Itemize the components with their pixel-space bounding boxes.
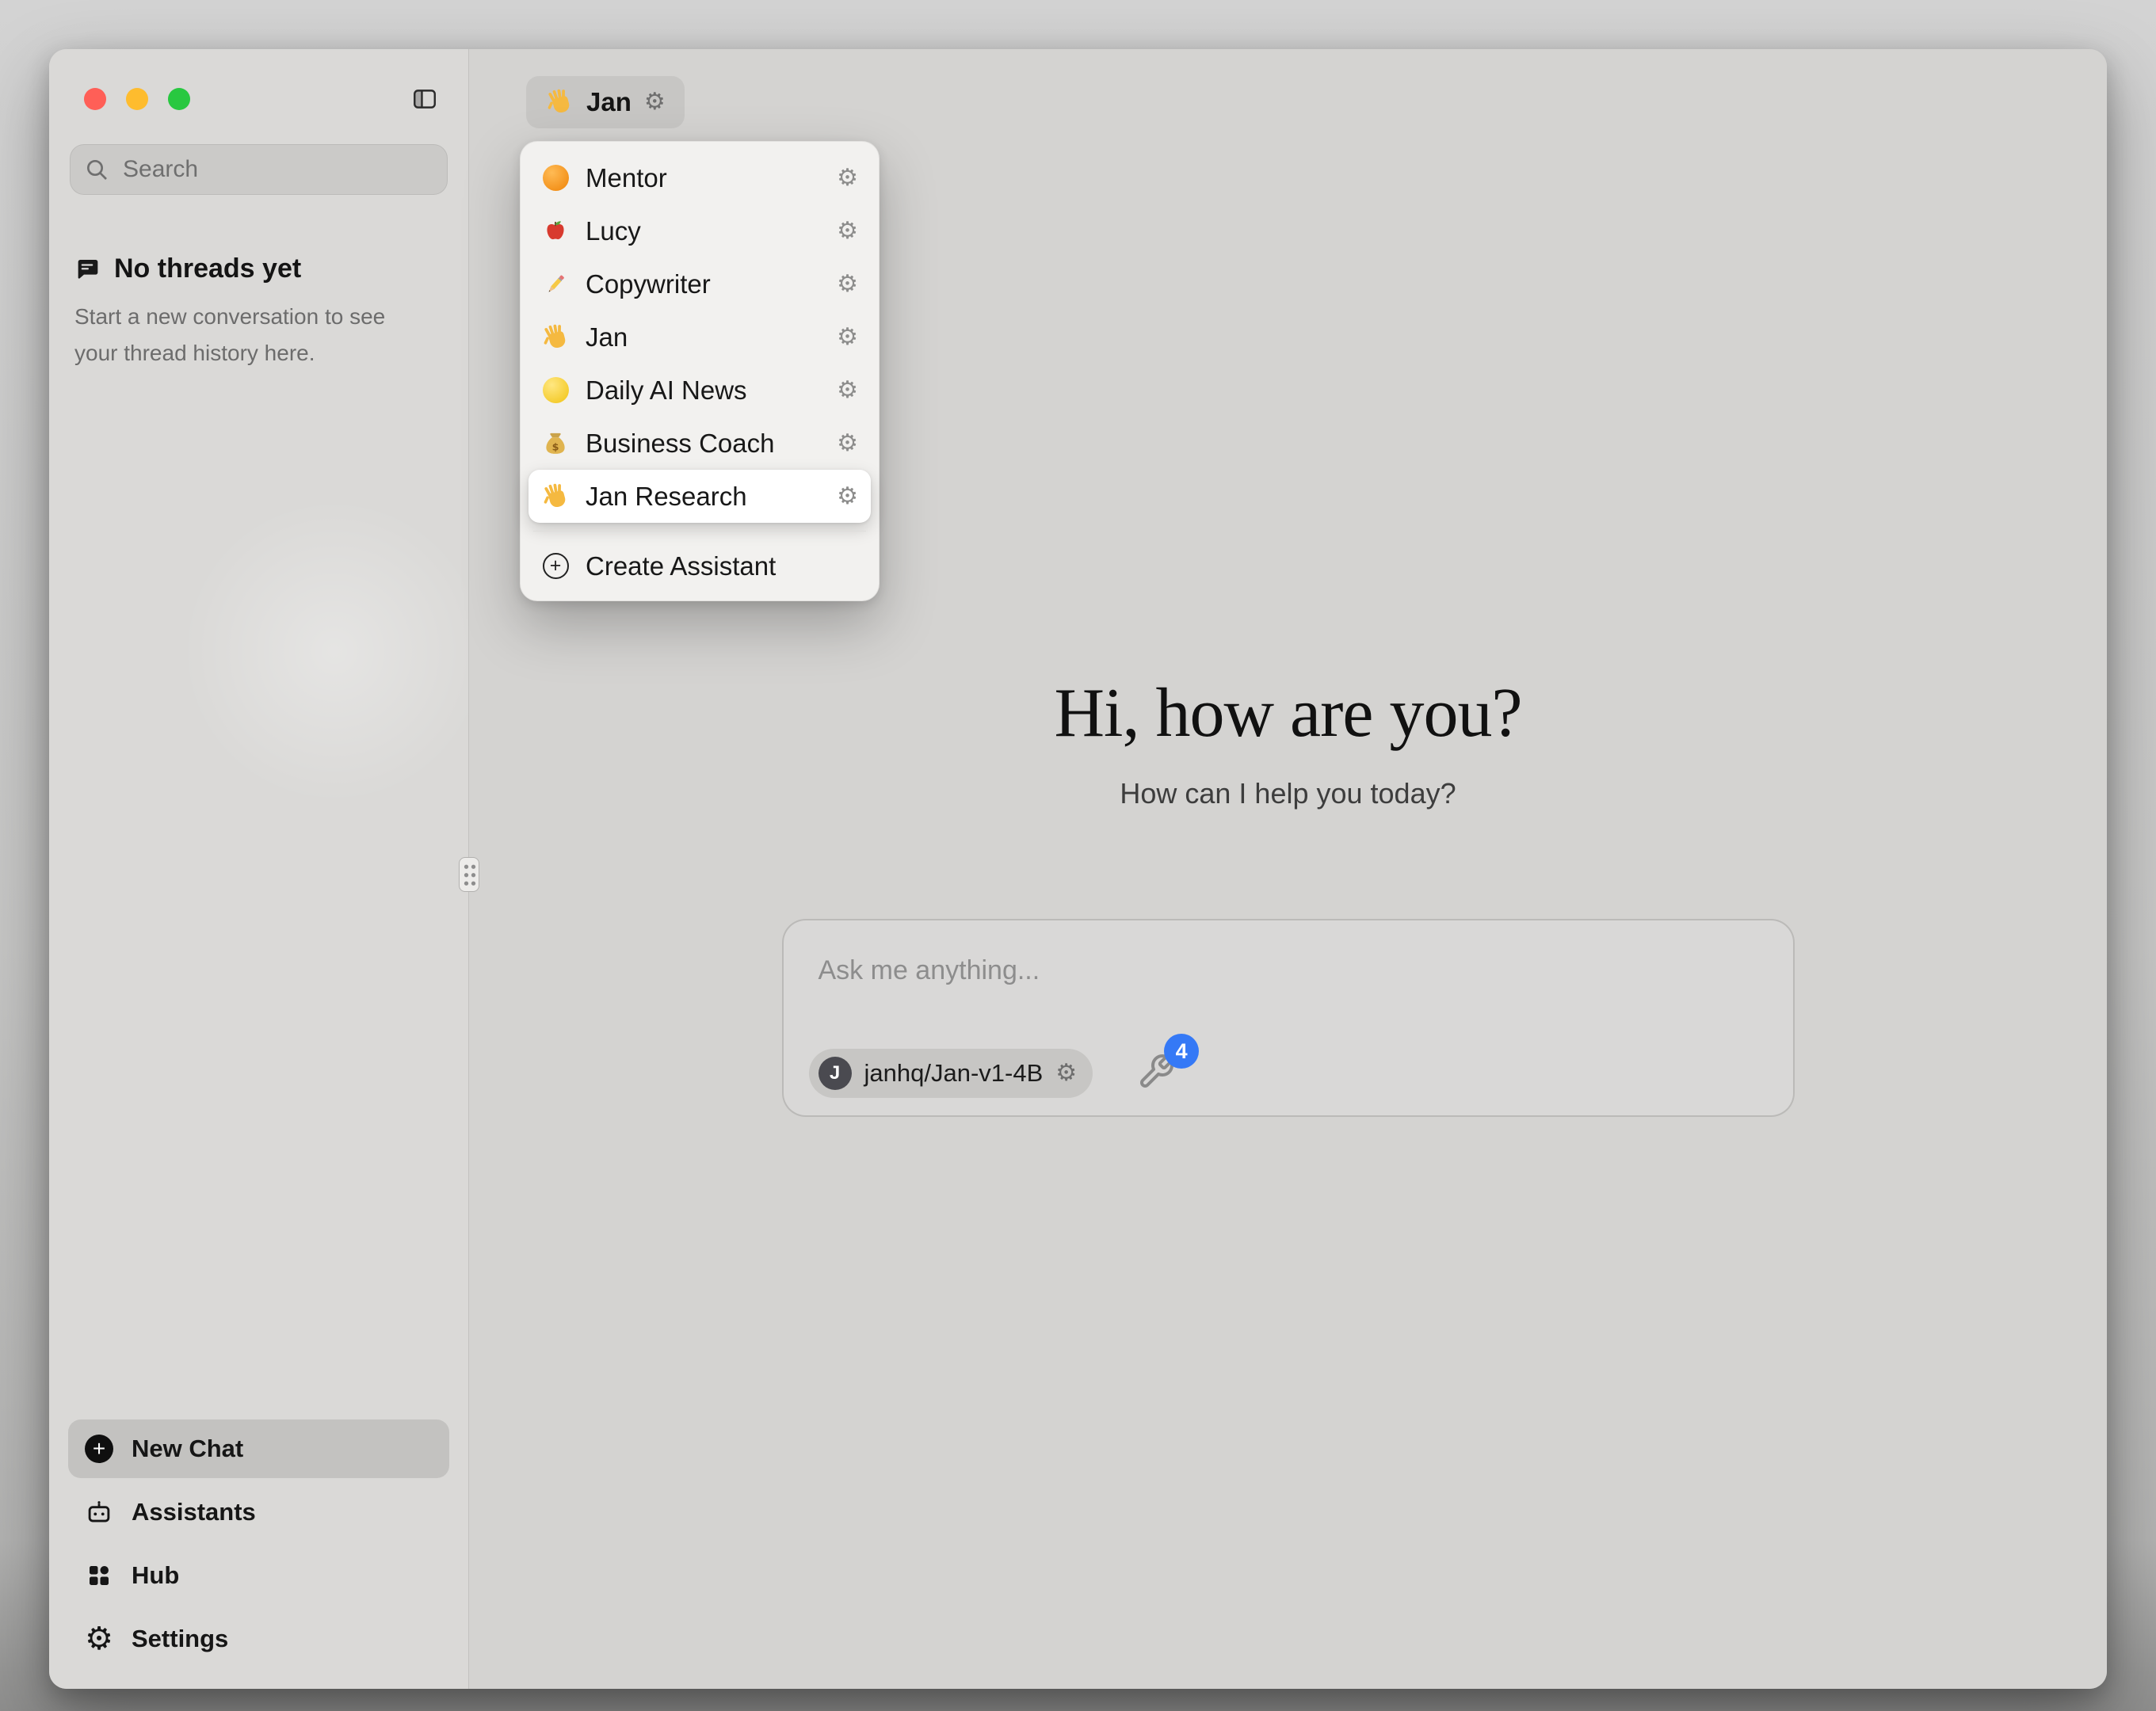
create-assistant-label: Create Assistant: [586, 551, 858, 581]
empty-state-description: Start a new conversation to see your thr…: [74, 299, 423, 372]
model-selector-button[interactable]: J janhq/Jan-v1-4B ⚙: [809, 1049, 1093, 1098]
threads-empty-state: No threads yet Start a new conversation …: [49, 253, 468, 372]
chat-bubble-icon: [74, 257, 100, 282]
greeting: Hi, how are you? How can I help you toda…: [469, 673, 2107, 810]
greeting-subtitle: How can I help you today?: [469, 777, 2107, 810]
search-field: [70, 144, 448, 195]
model-settings-gear-icon[interactable]: ⚙: [1055, 1061, 1077, 1085]
menu-item-label: Mentor: [586, 163, 821, 193]
gear-icon[interactable]: ⚙: [837, 166, 858, 190]
desktop-background: No threads yet Start a new conversation …: [0, 0, 2156, 1711]
assistant-menu-item-business-coach[interactable]: $ Business Coach ⚙: [529, 417, 871, 470]
menu-item-label: Jan: [586, 322, 821, 352]
gear-icon[interactable]: ⚙: [837, 326, 858, 349]
composer: J janhq/Jan-v1-4B ⚙ 4: [782, 919, 1795, 1117]
assistant-menu-item-mentor[interactable]: Mentor ⚙: [529, 151, 871, 204]
zoom-window-button[interactable]: [168, 88, 190, 110]
search-input[interactable]: [70, 144, 448, 195]
menu-divider: [533, 531, 866, 532]
orange-circle-icon: [541, 164, 570, 192]
model-name: janhq/Jan-v1-4B: [864, 1059, 1044, 1088]
sidebar-nav: + New Chat Assistants: [68, 1419, 449, 1668]
empty-state-title: No threads yet: [114, 253, 301, 284]
assistant-menu: Mentor ⚙ Lucy ⚙: [520, 141, 880, 601]
composer-toolbar: J janhq/Jan-v1-4B ⚙ 4: [809, 1049, 1179, 1098]
current-assistant-name: Jan: [586, 87, 632, 117]
menu-item-label: Business Coach: [586, 429, 821, 459]
settings-gear-icon: ⚙: [84, 1624, 114, 1654]
menu-item-label: Lucy: [586, 216, 821, 246]
tools-button[interactable]: 4: [1137, 1053, 1178, 1094]
wave-hand-icon: [541, 482, 570, 511]
wave-hand-icon: [541, 323, 570, 352]
yellow-circle-icon: [541, 376, 570, 405]
assistant-menu-item-jan-research[interactable]: Jan Research ⚙: [529, 470, 871, 523]
money-bag-icon: $: [541, 429, 570, 458]
hub-grid-icon: [84, 1560, 114, 1591]
wave-hand-icon: [545, 88, 574, 116]
main-area: Jan ⚙ Mentor ⚙: [469, 49, 2107, 1689]
sidebar-panel-icon: [410, 86, 440, 112]
assistant-menu-item-copywriter[interactable]: Copywriter ⚙: [529, 257, 871, 311]
greeting-title: Hi, how are you?: [469, 673, 2107, 753]
plus-circle-icon: +: [84, 1434, 114, 1464]
sidebar-item-settings[interactable]: ⚙ Settings: [68, 1610, 449, 1668]
window-controls: [84, 88, 190, 110]
menu-item-label: Copywriter: [586, 269, 821, 299]
sidebar: No threads yet Start a new conversation …: [49, 49, 469, 1689]
pencil-icon: [541, 270, 570, 299]
gear-icon[interactable]: ⚙: [837, 432, 858, 455]
app-window: No threads yet Start a new conversation …: [49, 49, 2107, 1689]
toggle-sidebar-button[interactable]: [410, 86, 440, 112]
main-header: Jan ⚙: [469, 49, 2107, 128]
assistant-menu-item-lucy[interactable]: Lucy ⚙: [529, 204, 871, 257]
settings-label: Settings: [132, 1625, 228, 1653]
gear-icon[interactable]: ⚙: [837, 379, 858, 402]
plus-circle-outline-icon: +: [541, 552, 570, 581]
svg-text:$: $: [552, 441, 559, 453]
apple-icon: [541, 217, 570, 246]
assistant-selector-button[interactable]: Jan ⚙: [526, 76, 685, 128]
close-window-button[interactable]: [84, 88, 106, 110]
gear-icon[interactable]: ⚙: [837, 272, 858, 296]
sidebar-resize-handle[interactable]: [459, 857, 479, 892]
gear-icon[interactable]: ⚙: [837, 485, 858, 509]
create-assistant-button[interactable]: + Create Assistant: [529, 539, 871, 593]
tools-count-badge: 4: [1164, 1034, 1199, 1069]
new-chat-button[interactable]: + New Chat: [68, 1419, 449, 1478]
model-avatar: J: [819, 1057, 852, 1090]
assistant-settings-gear-icon[interactable]: ⚙: [644, 90, 666, 114]
message-input[interactable]: [784, 920, 1793, 1014]
assistants-robot-icon: [84, 1497, 114, 1527]
search-icon: [84, 157, 109, 182]
assistant-menu-item-daily-ai-news[interactable]: Daily AI News ⚙: [529, 364, 871, 417]
new-chat-label: New Chat: [132, 1435, 243, 1463]
assistants-label: Assistants: [132, 1498, 256, 1526]
gear-icon[interactable]: ⚙: [837, 219, 858, 243]
sidebar-top-bar: [49, 49, 468, 112]
hub-label: Hub: [132, 1561, 179, 1590]
sidebar-item-assistants[interactable]: Assistants: [68, 1483, 449, 1541]
sidebar-item-hub[interactable]: Hub: [68, 1546, 449, 1605]
assistant-menu-item-jan[interactable]: Jan ⚙: [529, 311, 871, 364]
minimize-window-button[interactable]: [126, 88, 148, 110]
drag-dots-icon: [463, 863, 476, 886]
menu-item-label: Jan Research: [586, 482, 821, 512]
menu-item-label: Daily AI News: [586, 375, 821, 406]
